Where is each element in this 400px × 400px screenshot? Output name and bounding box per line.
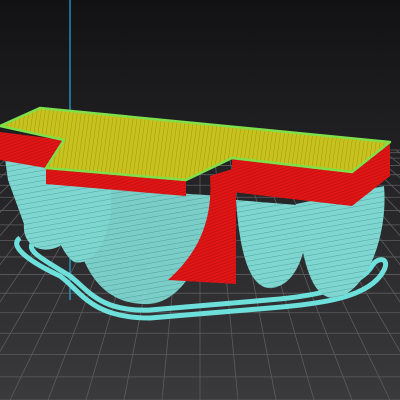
layer-preview-canvas[interactable] <box>0 0 400 400</box>
3d-preview-viewport[interactable] <box>0 0 400 400</box>
